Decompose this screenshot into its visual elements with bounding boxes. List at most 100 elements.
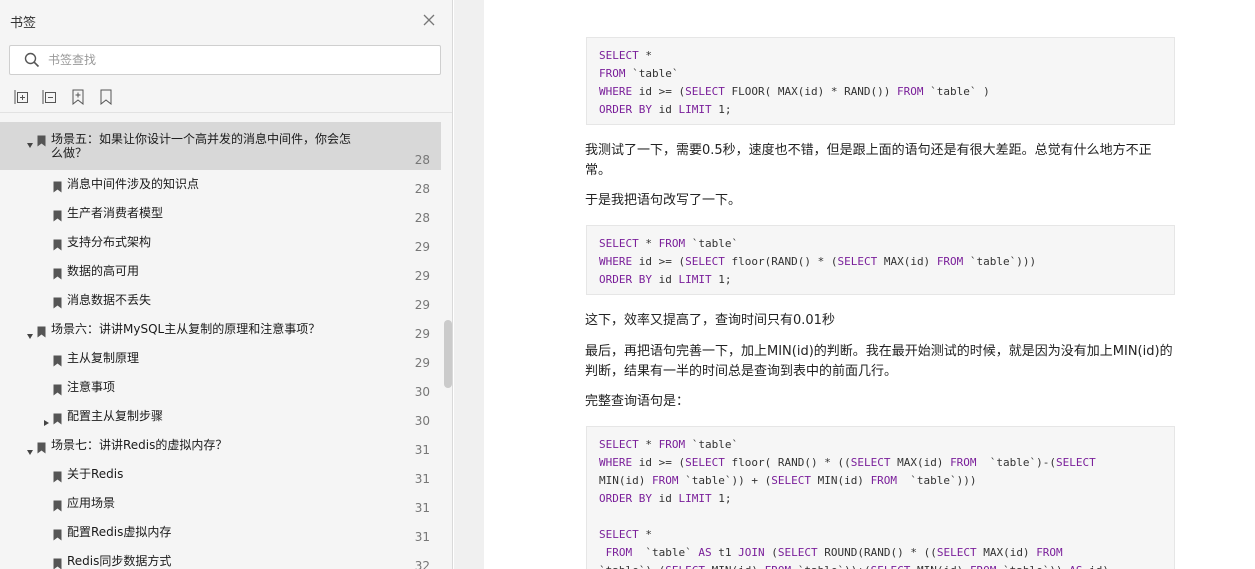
tree-item-label: 场景五：如果让你设计一个高并发的消息中间件，你会怎么做？ (51, 132, 352, 160)
page-number: 29 (414, 327, 430, 341)
tree-item[interactable]: 场景七：讲讲Redis的虚拟内存？ 31 (0, 431, 441, 460)
bookmark-icon (53, 207, 62, 222)
tree-item[interactable]: 注意事项 30 (0, 373, 441, 402)
bookmark-icon (53, 294, 62, 309)
tree-item[interactable]: 配置Redis虚拟内存 31 (0, 518, 441, 547)
tree-item-label: Redis同步数据方式 (67, 554, 172, 568)
search-icon (22, 50, 42, 70)
bookmark-icon (53, 352, 62, 367)
code-line: SELECT * (599, 49, 652, 62)
tree-item-label: 场景六：讲讲MySQL主从复制的原理和注意事项？ (51, 322, 321, 336)
bookmark-icon (37, 323, 46, 338)
code-line: ORDER BY id LIMIT 1; (599, 103, 732, 116)
page-number: 32 (414, 559, 430, 569)
code-line: WHERE id >= (SELECT FLOOR( MAX(id) * RAN… (599, 85, 990, 98)
tree-item-label: 应用场景 (67, 496, 116, 510)
code-block-3: SELECT * FROM `table` WHERE id >= (SELEC… (586, 426, 1175, 569)
add-bookmark-icon[interactable] (70, 88, 86, 106)
page-number: 31 (414, 472, 430, 486)
bookmark-search[interactable] (9, 45, 441, 75)
page-number: 30 (414, 385, 430, 399)
tree-item-label: 消息中间件涉及的知识点 (67, 177, 200, 191)
tree-item-label: 注意事项 (67, 380, 116, 394)
code-line: FROM `table` (599, 67, 679, 80)
tree-item-label: 配置主从复制步骤 (67, 409, 164, 423)
search-input[interactable] (48, 53, 428, 67)
page-number: 29 (414, 269, 430, 283)
paragraph: 我测试了一下，需要0.5秒，速度也不错，但是跟上面的语句还是有很大差距。总觉有什… (585, 143, 1152, 178)
bookmark-icon (53, 410, 62, 425)
tree-item[interactable]: 消息中间件涉及的知识点 28 (0, 170, 441, 199)
bookmark-icon (53, 178, 62, 193)
code-block-1: SELECT * FROM `table` WHERE id >= (SELEC… (586, 37, 1175, 125)
tree-item-label: 关于Redis (67, 467, 124, 481)
code-line: ORDER BY id LIMIT 1; (599, 273, 732, 286)
page-number: 31 (414, 443, 430, 457)
page-number: 29 (414, 356, 430, 370)
page-number: 28 (414, 211, 430, 225)
paragraph: 于是我把语句改写了一下。 (585, 193, 742, 208)
tree-item[interactable]: 数据的高可用 29 (0, 257, 441, 286)
code-line: WHERE id >= (SELECT floor(RAND() * (SELE… (599, 255, 1037, 268)
tree-item-label: 消息数据不丢失 (67, 293, 152, 307)
bookmark-icon[interactable] (98, 88, 114, 106)
paragraph: 这下，效率又提高了，查询时间只有0.01秒 (585, 313, 835, 328)
bookmark-icon (37, 439, 46, 454)
code-block-2: SELECT * FROM `table` WHERE id >= (SELEC… (586, 225, 1175, 295)
tree-item[interactable]: 消息数据不丢失 29 (0, 286, 441, 315)
collapsed-arrow-icon[interactable] (42, 412, 50, 426)
sidebar-scroll-thumb[interactable] (444, 320, 452, 388)
tree-item[interactable]: 主从复制原理 29 (0, 344, 441, 373)
paragraph: 最后，再把语句完善一下，加上MIN(id)的判断。我在最开始测试的时候，就是因为… (585, 344, 1173, 379)
divider (0, 112, 452, 113)
expanded-arrow-icon[interactable] (26, 325, 34, 339)
tree-item-label: 支持分布式架构 (67, 235, 152, 249)
bookmark-icon (53, 497, 62, 512)
tree-item-label: 主从复制原理 (67, 351, 140, 365)
code-line: ORDER BY id LIMIT 1; (599, 492, 732, 505)
close-icon[interactable] (420, 11, 438, 29)
expanded-arrow-icon[interactable] (26, 441, 34, 455)
bookmark-icon (53, 526, 62, 541)
bookmark-icon (53, 555, 62, 569)
bookmark-icon (53, 381, 62, 396)
expanded-arrow-icon[interactable] (26, 134, 34, 148)
page-number: 28 (414, 182, 430, 196)
tree-item-label: 生产者消费者模型 (67, 206, 164, 220)
code-line: `table`)-(SELECT MIN(id) FROM `table`))+… (599, 562, 1162, 569)
page-number: 31 (414, 501, 430, 515)
tree-item-label: 配置Redis虚拟内存 (67, 525, 172, 539)
page-number: 31 (414, 530, 430, 544)
tree-item-label: 场景七：讲讲Redis的虚拟内存？ (51, 438, 228, 452)
page-number: 30 (414, 414, 430, 428)
page-number: 29 (414, 240, 430, 254)
bookmark-toolbar (14, 88, 114, 106)
tree-item[interactable]: 关于Redis 31 (0, 460, 441, 489)
bookmark-icon (53, 236, 62, 251)
tree-item[interactable]: 场景五：如果让你设计一个高并发的消息中间件，你会怎么做？ 28 (0, 122, 441, 170)
code-line: SELECT * (599, 528, 652, 541)
tree-item[interactable]: 支持分布式架构 29 (0, 228, 441, 257)
page-number: 29 (414, 298, 430, 312)
tree-item[interactable]: 场景六：讲讲MySQL主从复制的原理和注意事项？ 29 (0, 315, 441, 344)
panel-title: 书签 (10, 16, 37, 31)
tree-item[interactable]: 配置主从复制步骤 30 (0, 402, 441, 431)
tree-item[interactable]: 应用场景 31 (0, 489, 441, 518)
page-number: 28 (414, 153, 430, 167)
code-line: MIN(id) FROM `table`)) + (SELECT MIN(id)… (599, 474, 977, 487)
tree-item[interactable]: Redis同步数据方式 32 (0, 547, 441, 569)
code-line: SELECT * FROM `table` (599, 438, 739, 451)
code-line: FROM `table` AS t1 JOIN (SELECT ROUND(RA… (605, 546, 1063, 559)
expand-all-icon[interactable] (14, 88, 30, 106)
code-line: WHERE id >= (SELECT floor( RAND() * ((SE… (599, 456, 1096, 469)
bookmark-icon (53, 265, 62, 280)
bookmark-icon (37, 132, 46, 147)
collapse-all-icon[interactable] (42, 88, 58, 106)
code-line: SELECT * FROM `table` (599, 237, 739, 250)
bookmark-panel: 书签 场景五：如果让你设计一个高 (0, 0, 453, 569)
tree-item[interactable]: 生产者消费者模型 28 (0, 199, 441, 228)
paragraph: 完整查询语句是： (585, 394, 690, 409)
bookmark-icon (53, 468, 62, 483)
tree-item-label: 数据的高可用 (67, 264, 140, 278)
